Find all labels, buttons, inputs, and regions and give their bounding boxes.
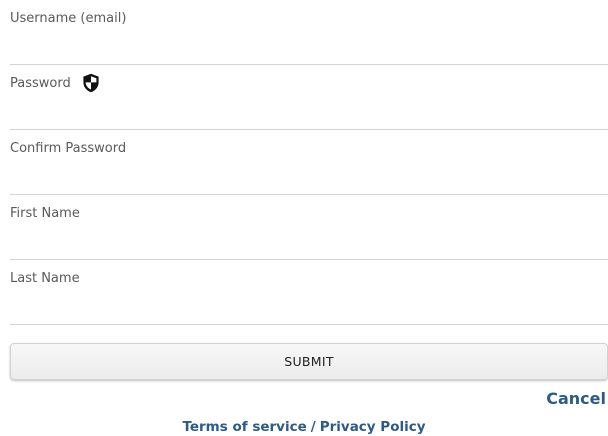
username-label: Username (email) [10,11,127,26]
submit-button[interactable]: SUBMIT [10,343,608,380]
confirm-password-field-group: Confirm Password [10,130,608,195]
confirm-password-input[interactable] [10,160,608,190]
terms-of-service-link[interactable]: Terms of service [182,419,306,435]
last-name-field-group: Last Name [10,260,608,325]
first-name-field-group: First Name [10,195,608,260]
privacy-policy-link[interactable]: Privacy Policy [320,419,426,435]
last-name-label: Last Name [10,271,80,286]
password-input[interactable] [10,95,608,125]
password-label: Password [10,73,99,93]
signup-form: Username (email) Password Confirm Passwo… [0,0,608,436]
username-field-group: Username (email) [10,0,608,65]
footer-links: Terms of service / Privacy Policy [0,418,608,436]
cancel-link[interactable]: Cancel [546,389,606,409]
username-input[interactable] [10,30,608,60]
password-field-group: Password [10,65,608,130]
first-name-input[interactable] [10,225,608,255]
password-label-text: Password [10,76,71,91]
confirm-password-label: Confirm Password [10,141,127,156]
footer-separator: / [310,419,316,435]
last-name-input[interactable] [10,290,608,320]
shield-icon[interactable] [82,73,100,93]
first-name-label: First Name [10,206,80,221]
